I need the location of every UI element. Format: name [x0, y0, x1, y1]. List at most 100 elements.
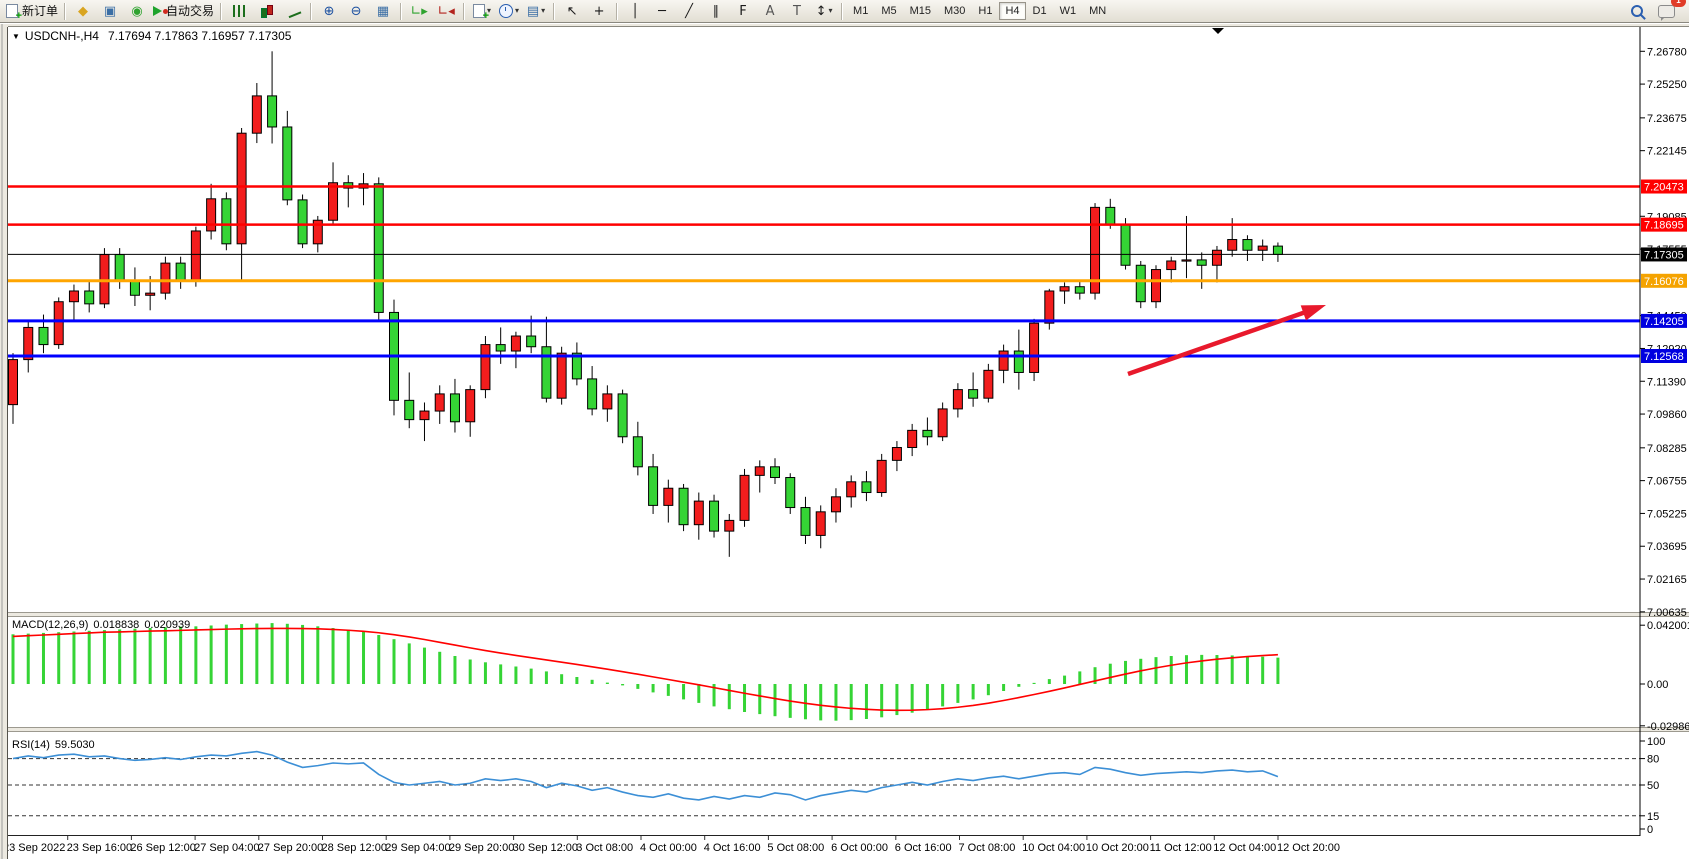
timeframe-button-m30[interactable]: M30 — [938, 2, 971, 20]
candle-down — [374, 184, 383, 313]
autotrade-button — [153, 6, 162, 16]
candle-down — [801, 508, 810, 536]
candle-down — [786, 478, 795, 508]
candle-up — [54, 302, 63, 345]
candle-down — [1121, 225, 1130, 266]
candle-down — [1106, 207, 1115, 224]
tile-windows-icon: ▦ — [377, 5, 389, 18]
arrows-button[interactable]: ↕▾ — [811, 2, 837, 21]
chat-button[interactable]: 1 — [1653, 2, 1679, 21]
signals-button[interactable]: ◉ — [124, 2, 150, 21]
svg-text:7.17305: 7.17305 — [1644, 249, 1684, 261]
svg-text:7.25250: 7.25250 — [1647, 79, 1687, 91]
trendline-button[interactable]: ╱ — [676, 2, 702, 21]
bar-chart-button[interactable] — [226, 2, 252, 21]
candle-up — [252, 96, 261, 133]
chart-window-button[interactable]: ▣ — [97, 2, 123, 21]
candle-down — [969, 390, 978, 399]
svg-text:7.20473: 7.20473 — [1644, 182, 1684, 194]
candle-up — [725, 520, 734, 531]
svg-text:7.03695: 7.03695 — [1647, 541, 1687, 553]
periods-button[interactable]: ▾ — [496, 2, 522, 21]
svg-text:7.09860: 7.09860 — [1647, 409, 1687, 421]
toolbar-separator — [841, 3, 843, 20]
candle-down — [1075, 287, 1084, 293]
svg-text:7.16076: 7.16076 — [1644, 276, 1684, 288]
new-order-button[interactable]: 新订单 — [4, 2, 60, 21]
svg-text:10 Oct 20:00: 10 Oct 20:00 — [1086, 842, 1149, 854]
search-button[interactable] — [1626, 2, 1652, 21]
auto-scroll-button[interactable]: ∟▸ — [406, 2, 432, 21]
candlestick-chart-button[interactable] — [253, 2, 279, 21]
auto-scroll-icon: ∟▸ — [410, 5, 427, 18]
gold-box-button[interactable]: ◆ — [70, 2, 96, 21]
notification-badge: 1 — [1671, 0, 1686, 7]
zoom-out-button[interactable]: ⊖ — [343, 2, 369, 21]
timeframe-button-mn[interactable]: MN — [1083, 2, 1112, 20]
candle-down — [618, 394, 627, 437]
timeframe-button-m5[interactable]: M5 — [875, 2, 902, 20]
new-chart-button — [473, 4, 485, 18]
new-chart-button[interactable]: ▾ — [469, 2, 495, 21]
candle-down — [222, 199, 231, 244]
candle-down — [298, 200, 307, 244]
horizontal-line-button[interactable]: ─ — [649, 2, 675, 21]
toolbar-separator — [220, 3, 222, 20]
svg-text:6 Oct 16:00: 6 Oct 16:00 — [895, 842, 952, 854]
candle-up — [740, 475, 749, 520]
chart-shift-button[interactable]: ∟◂ — [433, 2, 459, 21]
candle-down — [450, 394, 459, 422]
fibonacci-icon: F — [739, 5, 746, 18]
crosshair-button[interactable]: + — [586, 2, 612, 21]
chart-canvas[interactable]: 7.267807.252507.236757.221457.190857.175… — [0, 24, 1689, 859]
cursor-button[interactable]: ↖ — [559, 2, 585, 21]
zoom-out-icon: ⊖ — [351, 5, 362, 18]
candle-down — [771, 467, 780, 478]
svg-text:7.23675: 7.23675 — [1647, 113, 1687, 125]
candle-down — [862, 482, 871, 493]
templates-button[interactable]: ▤▾ — [523, 2, 549, 21]
zoom-in-button[interactable]: ⊕ — [316, 2, 342, 21]
candle-down — [1197, 260, 1206, 265]
candle-up — [420, 411, 429, 420]
timeframe-button-h4[interactable]: H4 — [999, 2, 1025, 20]
tile-windows-button[interactable]: ▦ — [370, 2, 396, 21]
vertical-line-icon: │ — [631, 5, 639, 18]
svg-text:7.08285: 7.08285 — [1647, 443, 1687, 455]
gold-box-icon: ◆ — [78, 5, 88, 18]
channel-button[interactable]: ∥ — [703, 2, 729, 21]
trendline-icon: ╱ — [685, 5, 693, 18]
svg-text:7 Oct 08:00: 7 Oct 08:00 — [959, 842, 1016, 854]
mt4-window: 新订单◆▣◉自动交易⊕⊖▦∟▸∟◂▾▾▤▾↖+│─╱∥FAT↕▾M1M5M15M… — [0, 0, 1689, 859]
toolbar-separator — [64, 3, 66, 20]
timeframe-button-h1[interactable]: H1 — [972, 2, 998, 20]
candle-down — [1136, 265, 1145, 301]
chart-title: ▼USDCNH-,H47.17694 7.17863 7.16957 7.173… — [12, 29, 291, 43]
svg-text:7.05225: 7.05225 — [1647, 508, 1687, 520]
line-chart-button[interactable] — [280, 2, 306, 21]
candle-up — [435, 394, 444, 411]
timeframe-button-d1[interactable]: D1 — [1027, 2, 1053, 20]
vertical-line-button[interactable]: │ — [622, 2, 648, 21]
timeframe-button-m1[interactable]: M1 — [847, 2, 874, 20]
candle-up — [938, 409, 947, 437]
chart-shift-icon: ∟◂ — [437, 5, 454, 18]
search-icon — [1631, 5, 1643, 17]
fibonacci-button[interactable]: F — [730, 2, 756, 21]
text-button[interactable]: A — [757, 2, 783, 21]
candle-up — [953, 390, 962, 409]
timeframe-button-w1[interactable]: W1 — [1054, 2, 1083, 20]
svg-text:7.02165: 7.02165 — [1647, 574, 1687, 586]
toolbar-separator — [616, 3, 618, 20]
candle-up — [908, 430, 917, 447]
candle-down — [588, 379, 597, 409]
toolbar-separator — [400, 3, 402, 20]
dropdown-arrow-icon: ▾ — [541, 7, 545, 15]
rsi-title: RSI(14) — [12, 739, 50, 751]
timeframe-button-m15[interactable]: M15 — [904, 2, 937, 20]
text-label-button[interactable]: T — [784, 2, 810, 21]
candle-up — [100, 255, 109, 304]
svg-text:100: 100 — [1647, 736, 1665, 748]
symbol-dropdown-icon[interactable]: ▼ — [12, 32, 20, 41]
autotrade-button[interactable]: 自动交易 — [151, 2, 216, 21]
